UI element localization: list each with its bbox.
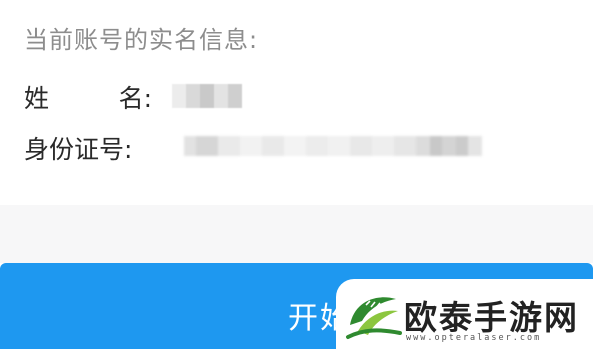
watermark-brand: 欧泰手游网 xyxy=(404,298,579,337)
real-name-info-card: 当前账号的实名信息: 姓 名: 身份证号: xyxy=(0,0,593,205)
leaf-swoosh-icon xyxy=(346,297,402,339)
name-label-second: 名: xyxy=(118,84,152,113)
name-label: 姓 名: xyxy=(24,79,152,115)
name-label-first: 姓 xyxy=(24,84,50,113)
id-number-label: 身份证号: xyxy=(24,135,133,164)
verification-screen: 当前账号的实名信息: 姓 名: 身份证号: 开始 欧泰手游网 www.opter… xyxy=(0,0,593,349)
info-heading: 当前账号的实名信息: xyxy=(24,26,259,54)
watermark-badge: 欧泰手游网 www.opteralaser.com xyxy=(336,279,593,349)
id-number-value-mosaic xyxy=(184,136,482,156)
watermark-url: www.opteralaser.com xyxy=(406,333,542,343)
name-value-mosaic xyxy=(172,84,242,108)
section-gap xyxy=(0,205,593,263)
